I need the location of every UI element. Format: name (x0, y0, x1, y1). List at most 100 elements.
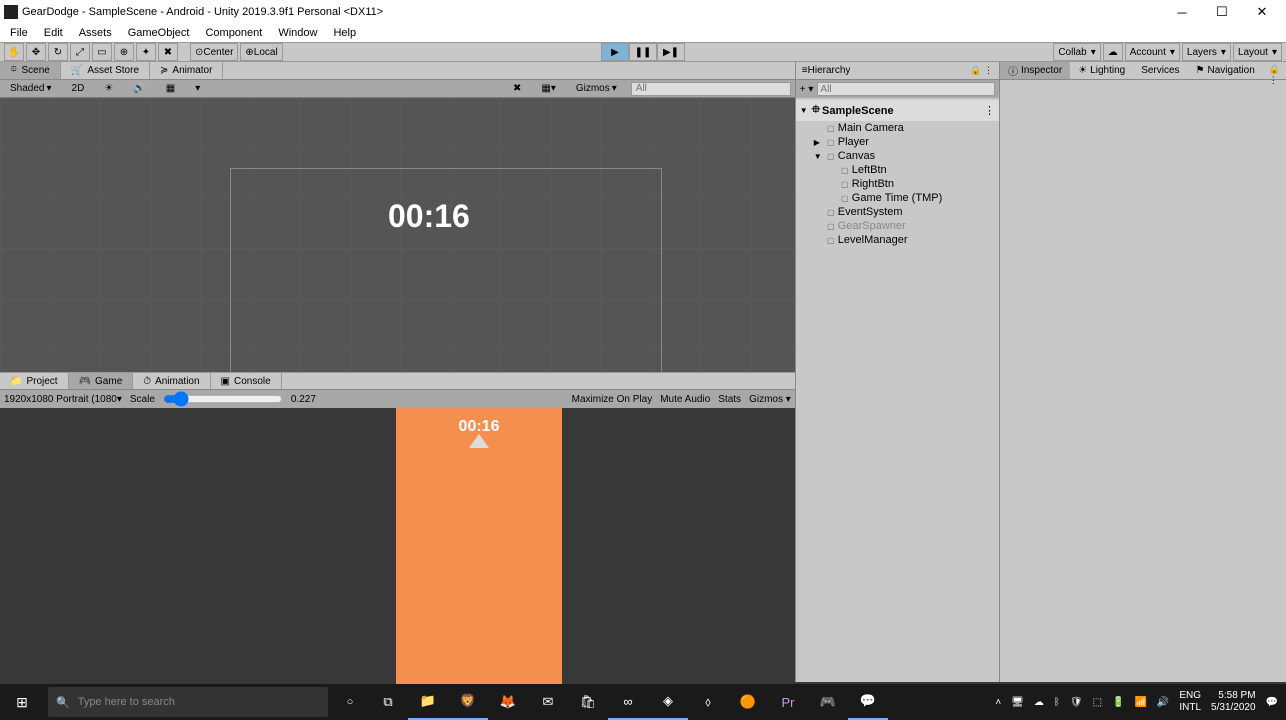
play-button[interactable]: ▶ (601, 43, 629, 61)
tab-navigation[interactable]: ⚑Navigation (1188, 62, 1263, 79)
tab-services[interactable]: Services (1133, 62, 1187, 79)
app-firefox-icon[interactable]: 🦊 (488, 684, 528, 720)
inspector-lock-icon[interactable]: 🔒 ⋮ (1263, 62, 1286, 79)
tray-up-icon[interactable]: ˄ (995, 697, 1001, 708)
scene-search[interactable] (631, 82, 791, 96)
hierarchy-node[interactable]: ▼▢ Canvas (796, 149, 999, 163)
app-premiere-icon[interactable]: Pr (768, 684, 808, 720)
tab-animation[interactable]: ⏱Animation (133, 373, 210, 389)
hierarchy-node[interactable]: ▢ RightBtn (796, 177, 999, 191)
tab-asset-store[interactable]: 🛒Asset Store (61, 62, 150, 79)
tray-app-icon[interactable]: ⬚ (1093, 697, 1102, 708)
mute-audio[interactable]: Mute Audio (660, 394, 710, 405)
create-dropdown[interactable]: + ▾ (800, 84, 814, 95)
game-view[interactable]: 00:16 (0, 408, 795, 682)
lock-icon[interactable]: 🔒 ⋮ (970, 65, 993, 76)
cortana-icon[interactable]: ○ (332, 684, 368, 720)
gizmos-dropdown[interactable]: Gizmos ▾ (570, 83, 623, 94)
gizmo-dropdown-1[interactable]: ▦▾ (535, 83, 561, 94)
app-unity-icon[interactable]: ◈ (648, 684, 688, 720)
app-explorer-icon[interactable]: 📁 (408, 684, 448, 720)
tray-bluetooth-icon[interactable]: ᛒ (1054, 697, 1060, 708)
tray-clock[interactable]: 5:58 PM5/31/2020 (1211, 690, 1256, 714)
menu-file[interactable]: File (4, 27, 34, 39)
hierarchy-node[interactable]: ▶▢ Player (796, 135, 999, 149)
scene-root-node[interactable]: ▼⯐ SampleScene ⋮ (796, 100, 999, 121)
pivot-toggle[interactable]: ⊙Center (190, 43, 238, 61)
hierarchy-node[interactable]: ▢ EventSystem (796, 205, 999, 219)
minimize-button[interactable]: ─ (1162, 2, 1202, 22)
rotate-tool[interactable]: ↻ (48, 43, 68, 61)
start-button[interactable]: ⊞ (0, 684, 44, 720)
game-gizmos-dropdown[interactable]: Gizmos ▾ (749, 394, 791, 405)
tab-scene[interactable]: ⯐Scene (0, 62, 61, 79)
audio-toggle[interactable]: 🔊 (127, 83, 151, 94)
tray-gpu-icon[interactable]: 🖥 (1011, 697, 1024, 708)
tray-security-icon[interactable]: 🛡 (1070, 697, 1083, 708)
menu-gameobject[interactable]: GameObject (122, 27, 196, 39)
tab-game[interactable]: 🎮Game (69, 373, 134, 389)
tray-battery-icon[interactable]: 🔋 (1112, 697, 1124, 708)
pause-button[interactable]: ❚❚ (629, 43, 657, 61)
app-discord-icon[interactable]: 💬 (848, 684, 888, 720)
app-store-icon[interactable]: 🛍 (568, 684, 608, 720)
2d-toggle[interactable]: 2D (66, 83, 91, 94)
tray-wifi-icon[interactable]: 📶 (1134, 697, 1146, 708)
tray-onedrive-icon[interactable]: ☁ (1034, 697, 1044, 708)
hierarchy-node[interactable]: ▢ LeftBtn (796, 163, 999, 177)
maximize-on-play[interactable]: Maximize On Play (572, 394, 653, 405)
fx-toggle[interactable]: ▦ (160, 83, 181, 94)
task-view-icon[interactable]: ⧉ (368, 684, 408, 720)
scene-view[interactable]: 00:16 (0, 98, 795, 372)
hierarchy-node[interactable]: ▢ LevelManager (796, 233, 999, 247)
app-brave-icon[interactable]: 🦁 (448, 684, 488, 720)
gizmo-camera[interactable]: ✖ (507, 83, 527, 94)
light-toggle[interactable]: ☀ (98, 83, 119, 94)
tray-notifications-icon[interactable]: 💬 (1266, 697, 1278, 708)
tab-lighting[interactable]: ☀Lighting (1070, 62, 1133, 79)
app-blender-icon[interactable]: 🟠 (728, 684, 768, 720)
hierarchy-search-input[interactable] (817, 82, 995, 96)
app-mail-icon[interactable]: ✉ (528, 684, 568, 720)
fx-dropdown[interactable]: ▾ (189, 83, 206, 94)
menu-edit[interactable]: Edit (38, 27, 69, 39)
transform-tool[interactable]: ⊕ (114, 43, 134, 61)
system-tray: ˄ 🖥 ☁ ᛒ 🛡 ⬚ 🔋 📶 🔊 ENGINTL 5:58 PM5/31/20… (987, 690, 1286, 714)
maximize-button[interactable]: ☐ (1202, 2, 1242, 22)
space-toggle[interactable]: ⊕Local (240, 43, 282, 61)
rect-tool[interactable]: ▭ (92, 43, 112, 61)
tray-volume-icon[interactable]: 🔊 (1157, 697, 1169, 708)
layout-dropdown[interactable]: Layout ▾ (1233, 43, 1282, 61)
display-dropdown[interactable]: 1920x1080 Portrait (1080▾ (4, 394, 122, 405)
tab-animator[interactable]: ≽Animator (150, 62, 223, 79)
menu-window[interactable]: Window (272, 27, 323, 39)
collab-dropdown[interactable]: Collab ▾ (1053, 43, 1100, 61)
stats-toggle[interactable]: Stats (718, 394, 741, 405)
menu-component[interactable]: Component (199, 27, 268, 39)
app-game-icon[interactable]: 🎮 (808, 684, 848, 720)
tab-console[interactable]: ▣Console (211, 373, 282, 389)
custom-tool[interactable]: ✦ (136, 43, 156, 61)
shading-mode-dropdown[interactable]: Shaded ▾ (4, 83, 58, 94)
app-visualstudio-icon[interactable]: ∞ (608, 684, 648, 720)
tab-inspector[interactable]: ⓘInspector (1000, 62, 1070, 79)
close-button[interactable]: ✕ (1242, 2, 1282, 22)
taskbar-search[interactable]: 🔍 Type here to search (48, 687, 328, 717)
hand-tool[interactable]: ✋ (4, 43, 24, 61)
layers-dropdown[interactable]: Layers ▾ (1182, 43, 1231, 61)
scale-slider[interactable] (163, 391, 283, 407)
step-button[interactable]: ▶❚ (657, 43, 685, 61)
tab-project[interactable]: 📁Project (0, 373, 69, 389)
cloud-button[interactable]: ☁ (1103, 43, 1123, 61)
menu-help[interactable]: Help (327, 27, 362, 39)
tray-lang[interactable]: ENGINTL (1179, 690, 1201, 714)
hierarchy-node[interactable]: ▢ Game Time (TMP) (796, 191, 999, 205)
scale-tool[interactable]: ⤢ (70, 43, 90, 61)
move-tool[interactable]: ✥ (26, 43, 46, 61)
custom-tool-2[interactable]: ✖ (158, 43, 178, 61)
hierarchy-node[interactable]: ▢ GearSpawner (796, 219, 999, 233)
menu-assets[interactable]: Assets (73, 27, 118, 39)
app-vscode-icon[interactable]: ⬨ (688, 684, 728, 720)
account-dropdown[interactable]: Account ▾ (1125, 43, 1180, 61)
hierarchy-node[interactable]: ▢ Main Camera (796, 121, 999, 135)
